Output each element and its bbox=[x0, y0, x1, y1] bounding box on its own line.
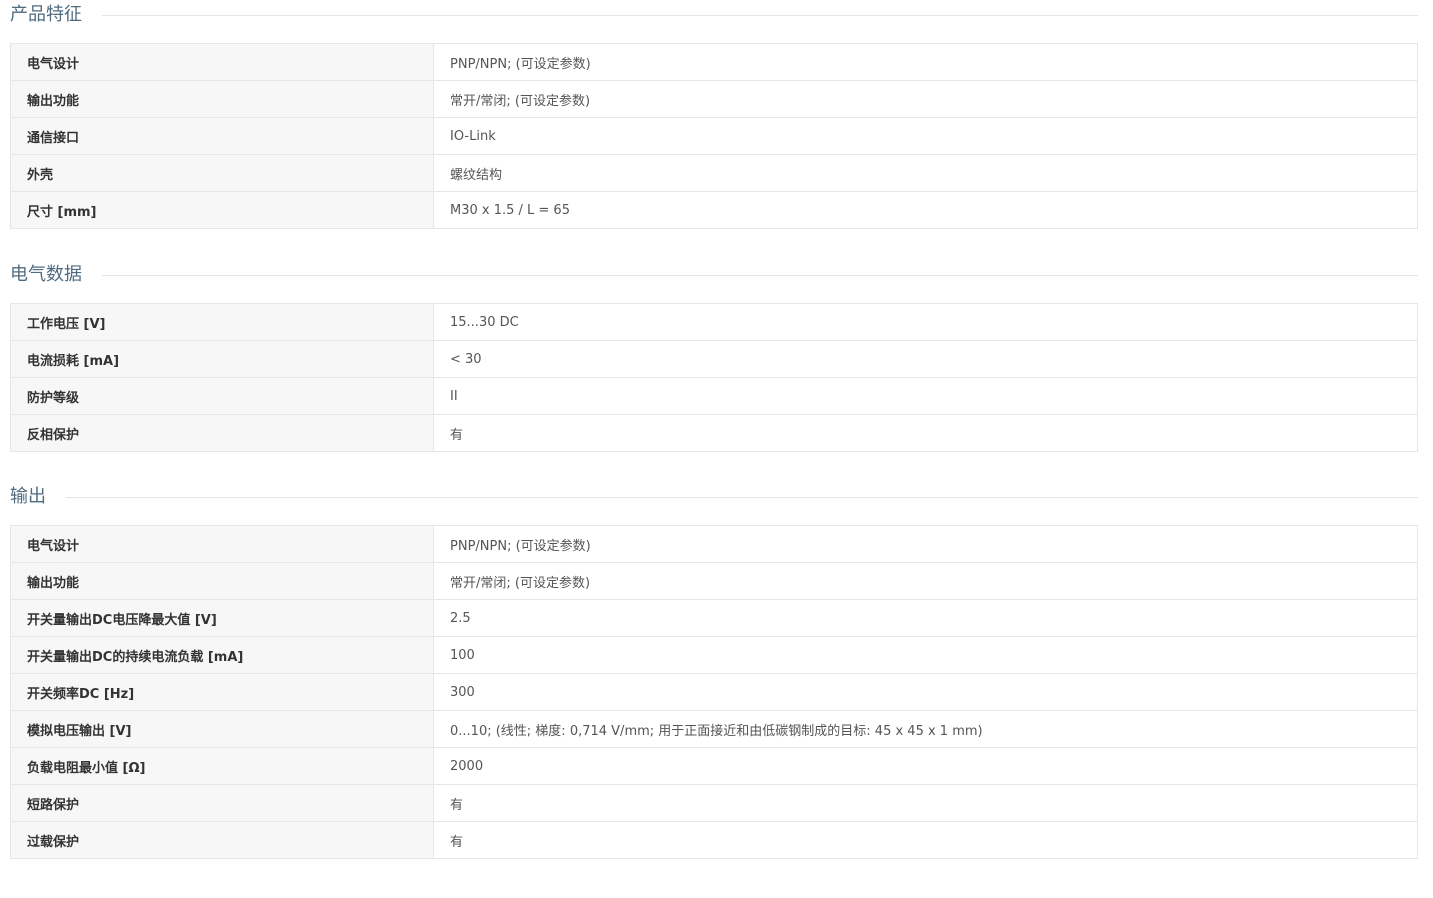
row-label: 短路保护 bbox=[10, 784, 434, 822]
row-label: 电气设计 bbox=[10, 43, 434, 81]
row-label: 电气设计 bbox=[10, 525, 434, 563]
section-title: 电气数据 bbox=[10, 264, 82, 285]
row-label: 负载电阻最小值 [Ω] bbox=[10, 747, 434, 785]
row-value: 螺纹结构 bbox=[433, 154, 1418, 192]
table-row: 外壳 螺纹结构 bbox=[10, 154, 1418, 192]
section-header-outputs: 输出 bbox=[10, 482, 1418, 512]
row-value: PNP/NPN; (可设定参数) bbox=[433, 525, 1418, 563]
section-divider bbox=[66, 496, 1418, 498]
section-title: 产品特征 bbox=[10, 4, 82, 25]
row-value: 有 bbox=[433, 414, 1418, 452]
spec-table-outputs: 电气设计 PNP/NPN; (可设定参数) 输出功能 常开/常闭; (可设定参数… bbox=[10, 525, 1418, 859]
table-row: 模拟电压输出 [V] 0...10; (线性; 梯度: 0,714 V/mm; … bbox=[10, 710, 1418, 748]
section-header-electrical: 电气数据 bbox=[10, 260, 1418, 290]
row-value: < 30 bbox=[433, 340, 1418, 378]
row-label: 输出功能 bbox=[10, 80, 434, 118]
table-row: 开关频率DC [Hz] 300 bbox=[10, 673, 1418, 711]
table-row: 工作电压 [V] 15...30 DC bbox=[10, 303, 1418, 341]
row-value: IO-Link bbox=[433, 117, 1418, 155]
table-row: 通信接口 IO-Link bbox=[10, 117, 1418, 155]
section-header-features: 产品特征 bbox=[10, 0, 1418, 30]
table-row: 开关量输出DC电压降最大值 [V] 2.5 bbox=[10, 599, 1418, 637]
table-row: 电气设计 PNP/NPN; (可设定参数) bbox=[10, 43, 1418, 81]
row-value: 100 bbox=[433, 636, 1418, 674]
row-value: 有 bbox=[433, 821, 1418, 859]
table-row: 电气设计 PNP/NPN; (可设定参数) bbox=[10, 525, 1418, 563]
table-row: 尺寸 [mm] M30 x 1.5 / L = 65 bbox=[10, 191, 1418, 229]
row-value: 有 bbox=[433, 784, 1418, 822]
row-label: 开关量输出DC电压降最大值 [V] bbox=[10, 599, 434, 637]
row-label: 输出功能 bbox=[10, 562, 434, 600]
table-row: 输出功能 常开/常闭; (可设定参数) bbox=[10, 562, 1418, 600]
row-label: 电流损耗 [mA] bbox=[10, 340, 434, 378]
row-label: 反相保护 bbox=[10, 414, 434, 452]
row-value: 0...10; (线性; 梯度: 0,714 V/mm; 用于正面接近和由低碳钢… bbox=[433, 710, 1418, 748]
row-value: M30 x 1.5 / L = 65 bbox=[433, 191, 1418, 229]
section-title: 输出 bbox=[10, 486, 46, 507]
row-label: 过载保护 bbox=[10, 821, 434, 859]
row-value: 300 bbox=[433, 673, 1418, 711]
table-row: 防护等级 II bbox=[10, 377, 1418, 415]
row-label: 工作电压 [V] bbox=[10, 303, 434, 341]
spec-table-features: 电气设计 PNP/NPN; (可设定参数) 输出功能 常开/常闭; (可设定参数… bbox=[10, 43, 1418, 229]
section-divider bbox=[102, 274, 1418, 276]
row-value: 常开/常闭; (可设定参数) bbox=[433, 80, 1418, 118]
section-divider bbox=[102, 14, 1418, 16]
row-value: 常开/常闭; (可设定参数) bbox=[433, 562, 1418, 600]
row-label: 开关量输出DC的持续电流负载 [mA] bbox=[10, 636, 434, 674]
table-row: 开关量输出DC的持续电流负载 [mA] 100 bbox=[10, 636, 1418, 674]
row-value: 2.5 bbox=[433, 599, 1418, 637]
table-row: 电流损耗 [mA] < 30 bbox=[10, 340, 1418, 378]
row-label: 尺寸 [mm] bbox=[10, 191, 434, 229]
row-value: II bbox=[433, 377, 1418, 415]
table-row: 输出功能 常开/常闭; (可设定参数) bbox=[10, 80, 1418, 118]
table-row: 反相保护 有 bbox=[10, 414, 1418, 452]
row-value: 2000 bbox=[433, 747, 1418, 785]
table-row: 过载保护 有 bbox=[10, 821, 1418, 859]
row-label: 模拟电压输出 [V] bbox=[10, 710, 434, 748]
spec-table-electrical: 工作电压 [V] 15...30 DC 电流损耗 [mA] < 30 防护等级 … bbox=[10, 303, 1418, 452]
row-label: 开关频率DC [Hz] bbox=[10, 673, 434, 711]
row-label: 外壳 bbox=[10, 154, 434, 192]
row-label: 防护等级 bbox=[10, 377, 434, 415]
table-row: 负载电阻最小值 [Ω] 2000 bbox=[10, 747, 1418, 785]
row-value: PNP/NPN; (可设定参数) bbox=[433, 43, 1418, 81]
row-value: 15...30 DC bbox=[433, 303, 1418, 341]
table-row: 短路保护 有 bbox=[10, 784, 1418, 822]
row-label: 通信接口 bbox=[10, 117, 434, 155]
